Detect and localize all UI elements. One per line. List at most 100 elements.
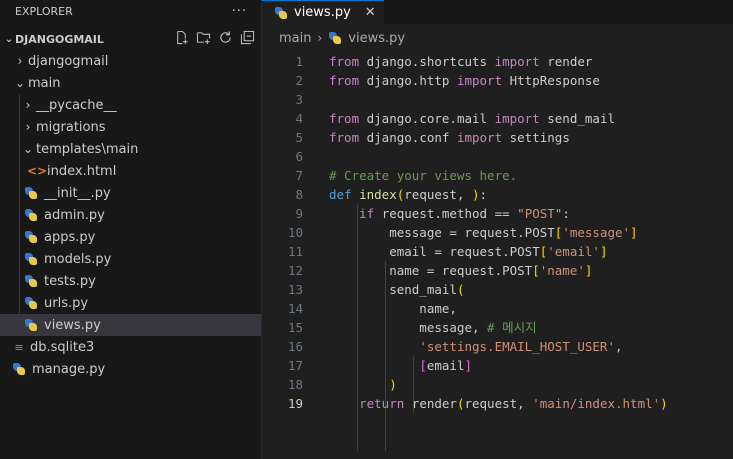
- line-number: 16: [287, 339, 303, 354]
- code-line[interactable]: 9 if request.method == "POST":: [262, 204, 733, 223]
- code-line[interactable]: 8 def index(request, ):: [262, 185, 733, 204]
- line-number: 12: [287, 263, 303, 278]
- folder-djangogmail[interactable]: › djangogmail: [0, 50, 261, 72]
- code-token: HttpResponse: [502, 73, 600, 88]
- new-folder-icon[interactable]: [196, 30, 211, 49]
- code-line[interactable]: 3: [262, 90, 733, 109]
- code-line[interactable]: 6: [262, 147, 733, 166]
- line-number: 11: [287, 244, 303, 259]
- file-label: __init__.py: [44, 185, 111, 201]
- code-text: 'settings.EMAIL_HOST_USER',: [329, 337, 622, 356]
- indent-guide: [19, 248, 20, 270]
- code-line[interactable]: 17 [email]: [262, 356, 733, 375]
- file-label: views.py: [44, 317, 101, 333]
- code-token: :: [479, 187, 488, 202]
- code-token: :: [562, 206, 570, 221]
- code-line[interactable]: 15 message, # 메시지: [262, 318, 733, 337]
- code-text: [email]: [329, 356, 472, 375]
- code-line[interactable]: 16 'settings.EMAIL_HOST_USER',: [262, 337, 733, 356]
- code-line[interactable]: 12 name = request.POST['name']: [262, 261, 733, 280]
- code-token: ]: [630, 225, 638, 240]
- folder-pycache[interactable]: › __pycache__: [0, 94, 261, 116]
- code-token: from: [329, 54, 360, 69]
- code-line[interactable]: 4 from django.core.mail import send_mail: [262, 109, 733, 128]
- code-token: django.http: [359, 73, 457, 88]
- code-token: 'main/index.html': [532, 396, 661, 411]
- refresh-icon[interactable]: [218, 30, 233, 49]
- chevron-right-icon: ›: [317, 31, 323, 45]
- file-models-py[interactable]: models.py: [0, 248, 261, 270]
- code-token: ]: [584, 263, 593, 278]
- code-token: from: [329, 73, 360, 88]
- editor-pane: views.py ✕ main › views.py 1 from django.…: [262, 0, 733, 459]
- file-db-sqlite3[interactable]: ≡ db.sqlite3: [0, 336, 261, 358]
- code-line[interactable]: 19 return render(request, 'main/index.ht…: [262, 394, 733, 413]
- python-file-icon: [24, 274, 38, 288]
- code-text: from django.http import HttpResponse: [329, 71, 600, 90]
- tab-views-py[interactable]: views.py ✕: [262, 0, 384, 24]
- code-line[interactable]: 1 from django.shortcuts import render: [262, 52, 733, 71]
- python-file-icon: [24, 208, 38, 222]
- code-line[interactable]: 10 message = request.POST['message']: [262, 223, 733, 242]
- file-label: manage.py: [32, 361, 106, 377]
- file-label: models.py: [44, 251, 112, 267]
- breadcrumb-file[interactable]: views.py: [348, 31, 405, 46]
- code-text: # Create your views here.: [329, 166, 517, 185]
- code-token: # 메시지: [487, 320, 537, 335]
- folder-migrations[interactable]: › migrations: [0, 116, 261, 138]
- python-file-icon: [12, 362, 26, 376]
- chevron-down-icon: ⌄: [22, 142, 34, 156]
- file-manage-py[interactable]: manage.py: [0, 358, 261, 380]
- folder-main[interactable]: ⌄ main: [0, 72, 261, 94]
- code-token: def: [329, 187, 352, 202]
- collapse-all-icon[interactable]: [240, 30, 255, 49]
- folder-templates-main[interactable]: ⌄ templates\main: [0, 138, 261, 160]
- python-file-icon: [24, 252, 38, 266]
- html-file-icon: <>: [27, 164, 48, 178]
- code-token: 'email': [547, 244, 600, 259]
- chevron-down-icon: ⌄: [14, 76, 26, 90]
- code-line[interactable]: 18 ): [262, 375, 733, 394]
- code-line[interactable]: 14 name,: [262, 299, 733, 318]
- code-text: email = request.POST['email']: [329, 242, 607, 261]
- code-text: message = request.POST['message']: [329, 223, 638, 242]
- file-admin-py[interactable]: admin.py: [0, 204, 261, 226]
- more-actions-icon[interactable]: ···: [232, 4, 247, 19]
- workspace-name: DJANGOGMAIL: [15, 32, 104, 46]
- workspace-folder[interactable]: ⌄ DJANGOGMAIL: [0, 28, 261, 50]
- new-file-icon[interactable]: [174, 30, 189, 49]
- file-init-py[interactable]: __init__.py: [0, 182, 261, 204]
- code-token: import: [456, 73, 503, 88]
- file-label: urls.py: [44, 295, 89, 311]
- code-line[interactable]: 5 from django.conf import settings: [262, 128, 733, 147]
- file-tests-py[interactable]: tests.py: [0, 270, 261, 292]
- code-token: # Create your views here.: [329, 168, 518, 183]
- code-line[interactable]: 13 send_mail(: [262, 280, 733, 299]
- code-text: send_mail(: [329, 280, 464, 299]
- code-text: message, # 메시지: [329, 318, 537, 337]
- breadcrumb-folder[interactable]: main: [279, 31, 311, 46]
- code-text: from django.shortcuts import render: [329, 52, 592, 71]
- code-token: from: [329, 111, 360, 126]
- file-views-py[interactable]: views.py: [0, 314, 261, 336]
- code-line[interactable]: 7 # Create your views here.: [262, 166, 733, 185]
- indent-guide: [19, 182, 20, 204]
- code-line[interactable]: 11 email = request.POST['email']: [262, 242, 733, 261]
- tab-bar: views.py ✕: [262, 0, 733, 24]
- file-label: index.html: [47, 163, 117, 179]
- code-token: [: [532, 263, 540, 278]
- code-editor[interactable]: 1 from django.shortcuts import render 2 fro…: [262, 52, 733, 451]
- line-number: 10: [287, 225, 303, 240]
- file-apps-py[interactable]: apps.py: [0, 226, 261, 248]
- line-number: 1: [295, 54, 303, 69]
- file-index-html[interactable]: <> index.html: [0, 160, 261, 182]
- folder-label: __pycache__: [36, 97, 117, 113]
- file-urls-py[interactable]: urls.py: [0, 292, 261, 314]
- indent-guide: [19, 138, 20, 160]
- code-token: django.conf: [359, 130, 457, 145]
- close-icon[interactable]: ✕: [365, 5, 376, 20]
- explorer-sidebar: EXPLORER ··· ⌄ DJANGOGMAIL › djangogmail…: [0, 0, 262, 459]
- code-line[interactable]: 2 from django.http import HttpResponse: [262, 71, 733, 90]
